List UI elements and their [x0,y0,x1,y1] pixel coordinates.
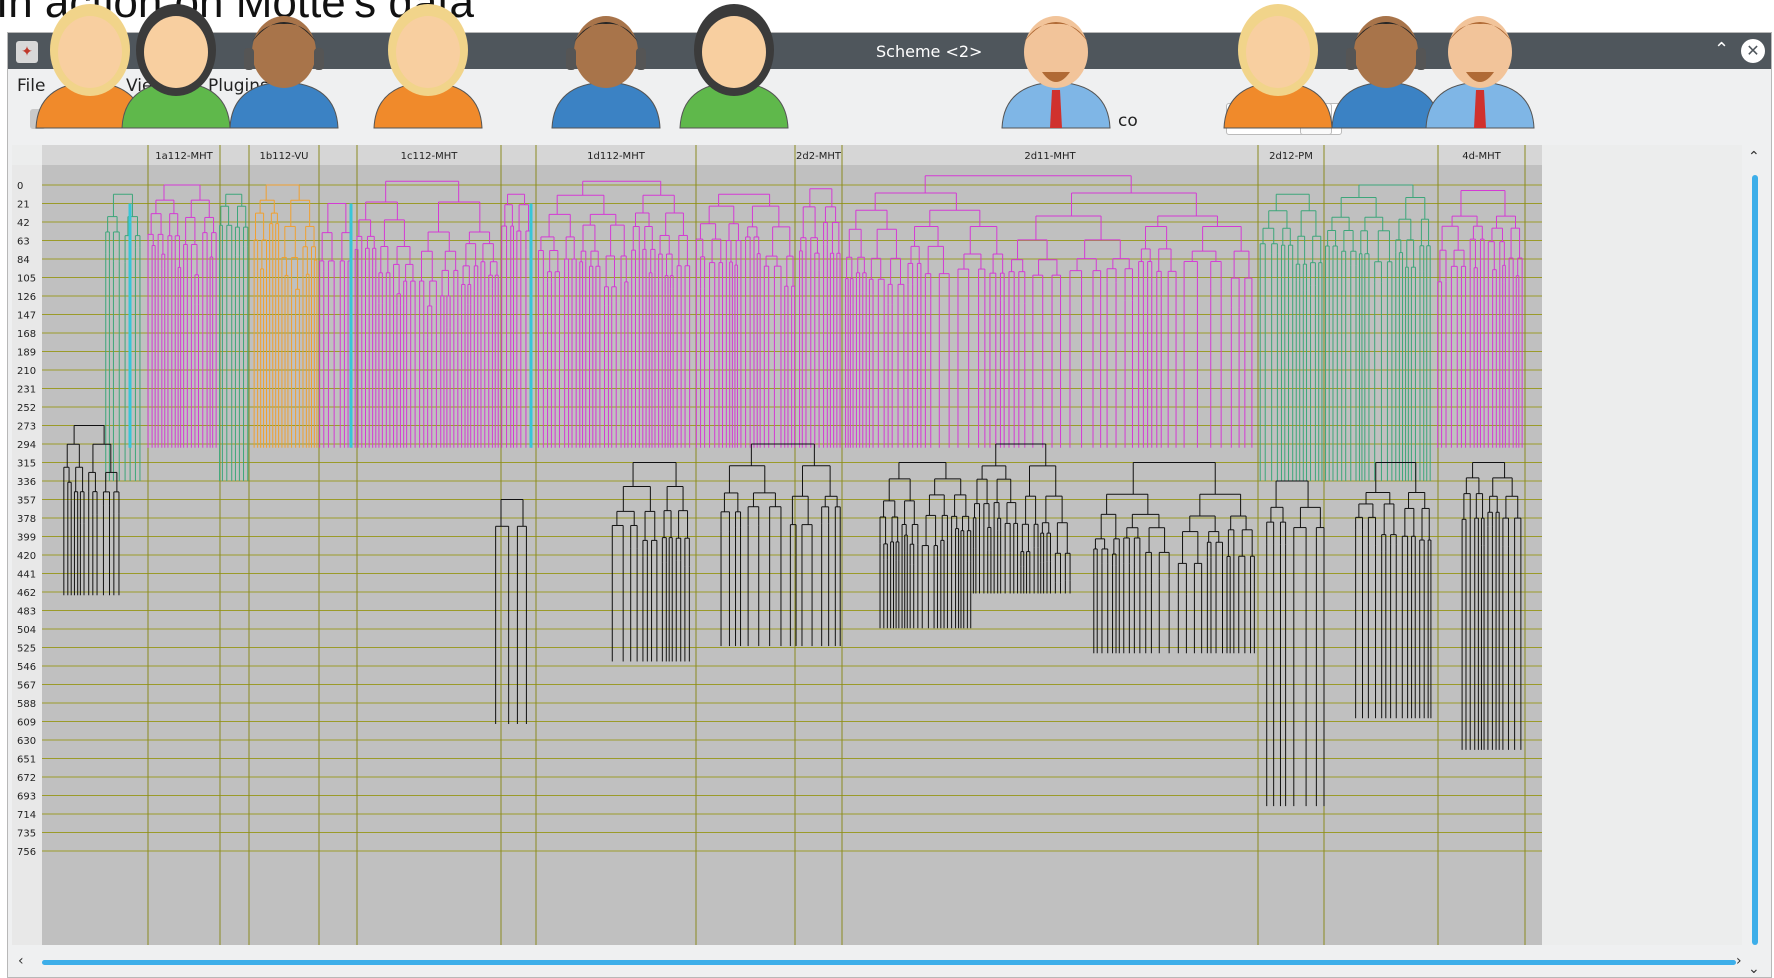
tree-chart: 0 21 42 63 84 105 126 147 168 189 210 231 252 273 294 3… [12,145,1742,945]
chevron-down-icon[interactable]: ⌄ [1300,103,1332,135]
group-label: 1c112-MHT [401,151,459,162]
tick-label: 0 [17,181,23,192]
menu-file[interactable]: File [17,76,45,96]
group-label: 1a112-MHT [155,151,213,162]
tick-label: 693 [17,792,36,803]
close-button[interactable]: ✕ [1741,39,1765,63]
tick-label: 504 [17,625,36,636]
group-label: 1d112-MHT [587,151,646,162]
menu-plugins[interactable]: Plugins [208,76,269,96]
tick-label: 462 [17,588,36,599]
title-bar[interactable]: ✦ ➤ Scheme <2> ⌃ ✕ [8,33,1771,69]
tick-label: 147 [17,311,36,322]
tick-label: 399 [17,533,36,544]
toolbar: co raph ⌄ [8,99,1771,145]
tick-label: 546 [17,662,36,673]
tick-label: 336 [17,477,36,488]
tick-label: 252 [17,403,36,414]
tick-label: 63 [17,237,30,248]
tick-label: 273 [17,422,36,433]
tick-label: 210 [17,366,36,377]
window-title: Scheme <2> [876,42,983,61]
scroll-down-icon[interactable]: ⌄ [1748,961,1760,977]
tick-label: 294 [17,440,36,451]
app-window: ✦ ➤ Scheme <2> ⌃ ✕ File View Plugins co … [7,32,1772,978]
tick-label: 756 [17,847,36,858]
group-label: 2d2-MHT [796,151,842,162]
pin-icon[interactable]: ➤ [50,41,63,60]
tick-label: 651 [17,755,36,766]
tick-label: 609 [17,718,36,729]
layout-select-value: raph [1257,110,1296,130]
tick-label: 588 [17,699,36,710]
horizontal-scroll-thumb[interactable] [42,960,1736,965]
layout-label: co [1118,111,1138,131]
tick-label: 378 [17,514,36,525]
tick-label: 357 [17,496,36,507]
tick-label: 735 [17,829,36,840]
tick-label: 42 [17,218,30,229]
menu-view[interactable]: View [126,76,166,96]
tick-label: 525 [17,644,36,655]
tick-label: 126 [17,292,36,303]
tick-label: 21 [17,200,30,211]
vertical-scrollbar[interactable]: ⌃ ⌄ [1746,149,1766,977]
tick-label: 567 [17,681,36,692]
vertical-scroll-thumb[interactable] [1752,175,1758,945]
scroll-left-icon[interactable]: ‹ [18,953,24,969]
group-label: 4d-MHT [1462,151,1501,162]
group-label: 2d12-PM [1269,151,1313,162]
tick-label: 231 [17,385,36,396]
tick-label: 714 [17,810,36,821]
scroll-up-icon[interactable]: ⌃ [1748,149,1760,165]
tick-label: 441 [17,570,36,581]
maximize-button[interactable]: ⌃ [1714,39,1729,60]
tree-canvas[interactable]: 0 21 42 63 84 105 126 147 168 189 210 231 252 273 294 3… [12,145,1742,945]
group-label: 2d11-MHT [1024,151,1076,162]
tick-label: 420 [17,551,36,562]
app-icon: ✦ [16,41,38,63]
tick-label: 630 [17,736,36,747]
group-label: 1b112-VU [260,151,309,162]
tick-label: 315 [17,459,36,470]
tick-label: 105 [17,274,36,285]
tick-label: 189 [17,348,36,359]
tick-label: 168 [17,329,36,340]
lock-icon[interactable] [30,109,46,129]
scroll-right-icon[interactable]: › [1736,953,1742,969]
horizontal-scrollbar[interactable]: ‹ › [8,953,1748,973]
tick-label: 84 [17,255,30,266]
tick-label: 483 [17,607,36,618]
slide-title: In action on Motte's data [0,0,475,27]
menu-bar: File View Plugins [8,69,1771,99]
tick-label: 672 [17,773,36,784]
